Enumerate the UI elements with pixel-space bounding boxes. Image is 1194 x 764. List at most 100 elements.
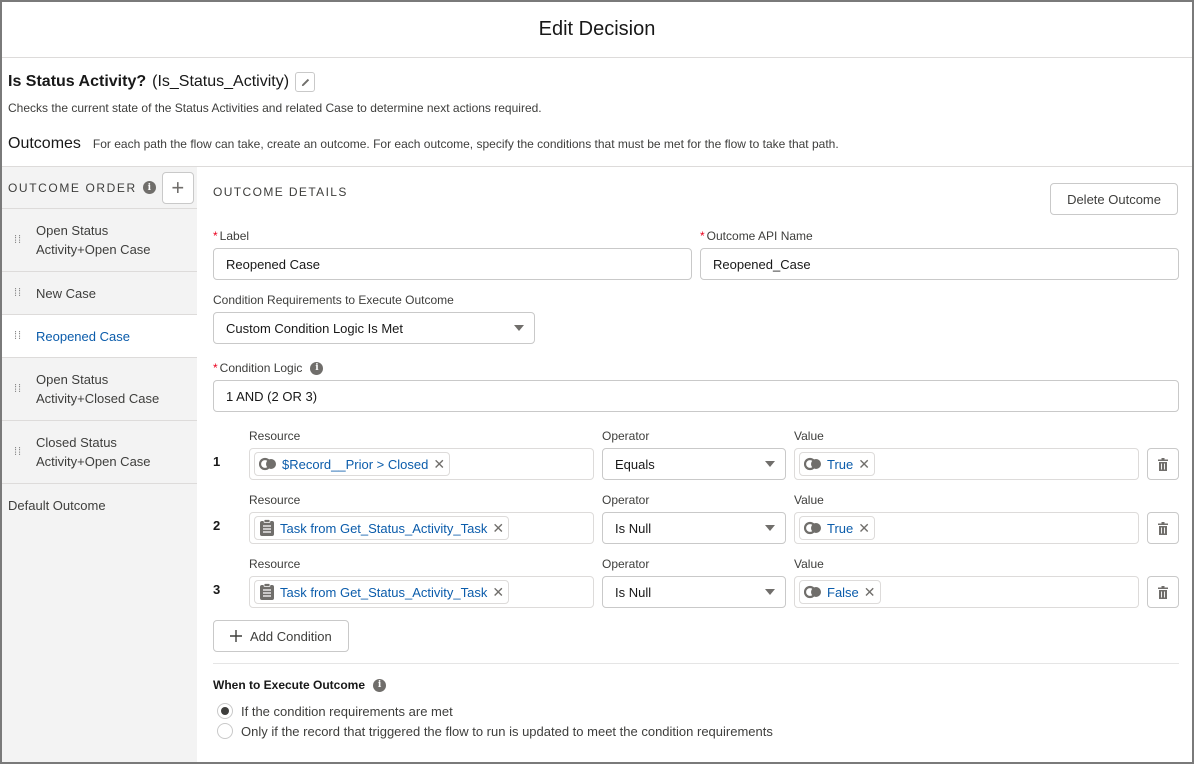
plus-icon [230, 630, 242, 642]
radio-option-conditions-met[interactable]: If the condition requirements are met [217, 703, 453, 719]
boolean-icon [804, 521, 821, 535]
sidebar-item-label: Closed Status [36, 435, 117, 450]
operator-select[interactable]: Is Null [602, 576, 786, 608]
value-label: Value [794, 557, 824, 571]
label-input[interactable]: Reopened Case [213, 248, 692, 280]
resource-pill[interactable]: Task from Get_Status_Activity_Task ✕ [254, 516, 510, 540]
radio-button[interactable] [217, 723, 233, 739]
radio-label: Only if the record that triggered the fl… [241, 723, 773, 739]
close-icon[interactable]: ✕ [864, 584, 876, 601]
value-input[interactable]: True ✕ [794, 448, 1139, 480]
pencil-icon [301, 78, 309, 86]
close-icon[interactable]: ✕ [492, 584, 504, 601]
operator-label: Operator [602, 429, 650, 443]
sidebar-item-open-status-open-case[interactable]: ⁞⁞ Open Status Activity+Open Case [2, 209, 197, 272]
info-icon[interactable]: i [142, 181, 156, 194]
boolean-icon [804, 585, 821, 599]
drag-handle-icon[interactable]: ⁞⁞ [12, 330, 24, 341]
drag-handle-icon[interactable]: ⁞⁞ [12, 287, 24, 298]
trash-icon [1158, 521, 1168, 535]
required-marker: * [213, 229, 218, 243]
value-text: False [827, 584, 859, 600]
when-title-text: When to Execute Outcome [213, 678, 366, 692]
requirements-select[interactable]: Custom Condition Logic Is Met [213, 312, 535, 344]
sidebar-item-label: Open Status [36, 223, 109, 238]
condition-number: 2 [213, 518, 221, 533]
resource-pill[interactable]: Task from Get_Status_Activity_Task ✕ [254, 580, 510, 604]
info-icon[interactable]: i [310, 361, 324, 375]
value-input[interactable]: True ✕ [794, 512, 1139, 544]
delete-condition-button[interactable] [1147, 448, 1179, 480]
delete-outcome-button[interactable]: Delete Outcome [1050, 183, 1178, 215]
record-icon [260, 583, 274, 600]
outcome-order-header: OUTCOME ORDER i + [2, 167, 197, 209]
delete-condition-button[interactable] [1147, 512, 1179, 544]
close-icon[interactable]: ✕ [858, 520, 870, 537]
api-name-field-label: * Outcome API Name [700, 229, 813, 243]
resource-label: Resource [249, 429, 301, 443]
radio-button[interactable] [217, 703, 233, 719]
operator-select[interactable]: Is Null [602, 512, 786, 544]
modal-title: Edit Decision [538, 18, 656, 40]
close-icon[interactable]: ✕ [433, 456, 445, 473]
value-pill[interactable]: True ✕ [799, 516, 875, 540]
sidebar-item-label: Reopened Case [36, 328, 130, 344]
divider [213, 663, 1179, 664]
add-outcome-button[interactable]: + [161, 171, 194, 204]
operator-label: Operator [602, 557, 650, 571]
delete-condition-button[interactable] [1147, 576, 1179, 608]
sidebar-item-label: Open Status [36, 372, 109, 387]
trash-icon [1158, 457, 1168, 471]
element-title: Is Status Activity? (Is_Status_Activity) [8, 72, 1186, 92]
sidebar-item-label-line2: Activity+Open Case [36, 454, 151, 469]
required-marker: * [700, 229, 705, 243]
api-name-input[interactable]: Reopened_Case [700, 248, 1179, 280]
chevron-down-icon [765, 589, 775, 595]
sidebar-item-reopened-case[interactable]: ⁞⁞ Reopened Case [2, 315, 197, 358]
element-description: Checks the current state of the Status A… [8, 101, 542, 115]
drag-handle-icon[interactable]: ⁞⁞ [12, 446, 24, 457]
value-label: Value [794, 493, 824, 507]
radio-option-record-updated[interactable]: Only if the record that triggered the fl… [217, 723, 773, 739]
operator-value: Is Null [615, 520, 652, 536]
value-pill[interactable]: False ✕ [799, 580, 881, 604]
resource-input[interactable]: Task from Get_Status_Activity_Task ✕ [249, 576, 594, 608]
trash-icon [1158, 585, 1168, 599]
resource-input[interactable]: Task from Get_Status_Activity_Task ✕ [249, 512, 594, 544]
close-icon[interactable]: ✕ [492, 520, 504, 537]
outcomes-body: OUTCOME ORDER i + ⁞⁞ Open Status Activity… [2, 166, 1192, 762]
add-condition-button[interactable]: Add Condition [213, 620, 349, 652]
operator-value: Equals [615, 456, 655, 472]
operator-select[interactable]: Equals [602, 448, 786, 480]
boolean-icon [804, 457, 821, 471]
api-name-text: Outcome API Name [706, 229, 813, 243]
resource-value: Task from Get_Status_Activity_Task [280, 520, 488, 536]
resource-input[interactable]: $Record__Prior > Closed ✕ [249, 448, 594, 480]
sidebar-item-label: New Case [36, 285, 96, 301]
resource-pill[interactable]: $Record__Prior > Closed ✕ [254, 452, 451, 476]
drag-handle-icon[interactable]: ⁞⁞ [12, 234, 24, 245]
condition-logic-input[interactable]: 1 AND (2 OR 3) [213, 380, 1179, 412]
sidebar-item-default-outcome[interactable]: Default Outcome [2, 484, 197, 527]
label-text: Label [219, 229, 250, 243]
sidebar-item-new-case[interactable]: ⁞⁞ New Case [2, 272, 197, 315]
close-icon[interactable]: ✕ [858, 456, 870, 473]
edit-element-button[interactable] [295, 72, 316, 92]
chevron-down-icon [514, 325, 524, 331]
value-pill[interactable]: True ✕ [799, 452, 875, 476]
value-input[interactable]: False ✕ [794, 576, 1139, 608]
sidebar-item-closed-status-open-case[interactable]: ⁞⁞ Closed Status Activity+Open Case [2, 421, 197, 484]
outcome-order-label: OUTCOME ORDER [8, 180, 137, 195]
value-label: Value [794, 429, 824, 443]
drag-handle-icon[interactable]: ⁞⁞ [12, 383, 24, 394]
operator-value: Is Null [615, 584, 652, 600]
add-condition-label: Add Condition [250, 628, 332, 644]
value-text: True [827, 520, 854, 536]
edit-decision-modal: Edit Decision Is Status Activity? (Is_St… [0, 0, 1194, 764]
info-icon[interactable]: i [373, 678, 387, 692]
sidebar-item-open-status-closed-case[interactable]: ⁞⁞ Open Status Activity+Closed Case [2, 358, 197, 421]
element-api-name: (Is_Status_Activity) [152, 73, 290, 90]
chevron-down-icon [765, 461, 775, 467]
condition-number: 1 [213, 454, 221, 469]
condition-logic-label: * Condition Logic i [213, 361, 324, 375]
